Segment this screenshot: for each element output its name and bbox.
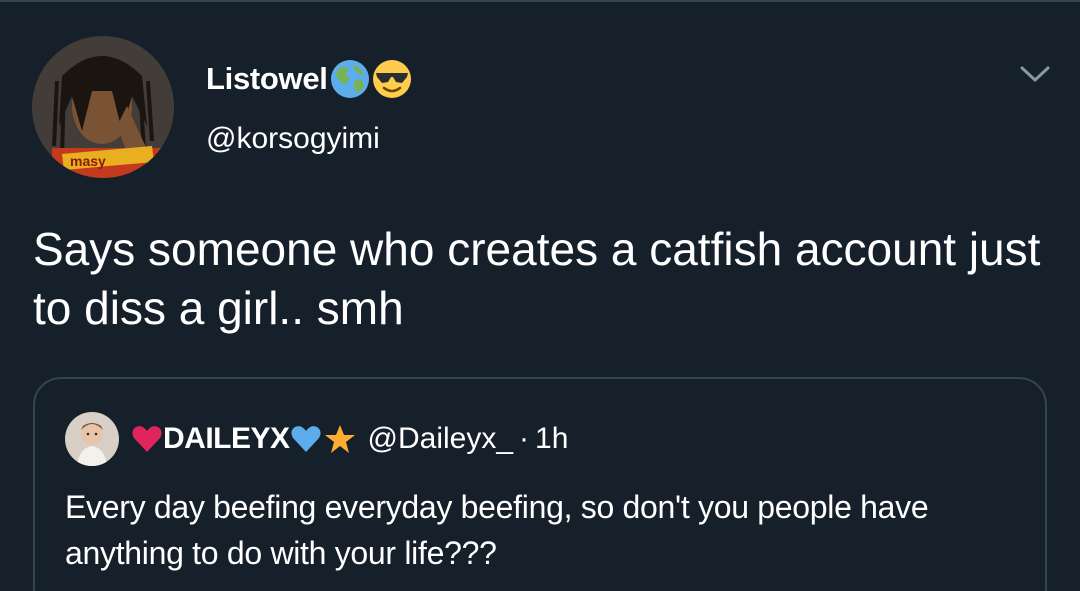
author-display-name[interactable]: Listowel bbox=[206, 61, 328, 97]
author-name-row[interactable]: Listowel bbox=[206, 58, 412, 100]
quoted-handle[interactable]: @Daileyx_ bbox=[368, 422, 514, 456]
quoted-tweet-text: Every day beefing everyday beefing, so d… bbox=[65, 489, 929, 571]
quoted-tweet-header: DAILEYX @Daileyx_ · 1h bbox=[131, 417, 568, 461]
blue-heart-icon bbox=[290, 423, 322, 455]
top-divider bbox=[0, 0, 1080, 2]
author-avatar[interactable]: masy bbox=[32, 36, 174, 178]
avatar-photo: masy bbox=[32, 36, 174, 178]
quoted-timestamp[interactable]: 1h bbox=[535, 422, 568, 456]
separator-dot: · bbox=[519, 422, 530, 455]
chevron-down-icon[interactable] bbox=[1018, 62, 1052, 86]
quoted-display-name[interactable]: DAILEYX bbox=[163, 422, 290, 456]
red-heart-icon bbox=[131, 423, 163, 455]
tweet: masy Listowel @korsogyimi Says someone w… bbox=[0, 0, 1080, 591]
globe-icon bbox=[330, 59, 370, 99]
svg-text:masy: masy bbox=[70, 153, 106, 169]
star-icon bbox=[324, 423, 356, 455]
quoted-tweet-card[interactable]: DAILEYX @Daileyx_ · 1h Every day beefing… bbox=[33, 377, 1047, 591]
sunglasses-emoji-icon bbox=[372, 59, 412, 99]
quoted-avatar-photo bbox=[65, 412, 119, 466]
tweet-text: Says someone who creates a catfish accou… bbox=[33, 223, 1041, 334]
author-handle[interactable]: @korsogyimi bbox=[206, 122, 380, 156]
quoted-author-avatar[interactable] bbox=[65, 412, 119, 466]
